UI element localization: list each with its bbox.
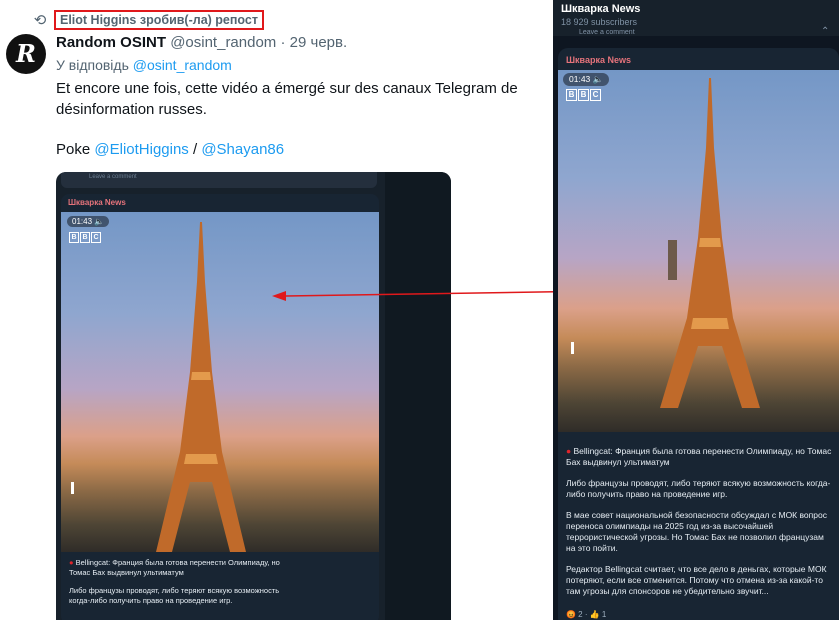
embedded-telegram-post: Шкварка News 01:43 🔈 B B C ● Bellingcat:… <box>61 194 379 620</box>
bbc-letter-2: B <box>578 89 589 101</box>
mention-separator: / <box>192 141 198 158</box>
bbc-logo: B B C <box>566 89 601 101</box>
reposter-label[interactable]: Eliot Higgins зробив(-ла) репост <box>54 10 264 30</box>
telegram-channel: Шкварка News 18 929 subscribers Leave a … <box>553 0 839 620</box>
repost-indicator: ⟲ Eliot Higgins зробив(-ла) репост <box>30 8 264 32</box>
tweet-media[interactable]: Leave a comment •• Шкварка News 01:43 🔈 … <box>56 172 451 620</box>
sound-icon[interactable]: 🔈 <box>94 217 104 226</box>
post-paragraph-3: В мае совет национальной безопасности об… <box>566 510 827 553</box>
tweet-date[interactable]: · 29 черв. <box>280 34 347 51</box>
post-paragraph-1: Bellingcat: Франция была готова перенест… <box>566 446 832 467</box>
author-name[interactable]: Random OSINT <box>56 34 166 51</box>
post-reactions[interactable]: 😡 2 · 👍 1 <box>566 610 606 619</box>
reply-context: У відповідь @osint_random <box>56 57 232 73</box>
video-pause-indicator <box>71 482 74 494</box>
eiffel-tower-image <box>156 222 246 552</box>
sound-icon[interactable]: 🔈 <box>593 74 604 84</box>
reply-prefix: У відповідь <box>56 57 129 73</box>
bbc-letter-1: B <box>69 232 79 243</box>
embed-side-panel <box>385 172 451 620</box>
embedded-line-3: Либо французы проводят, либо теряют всяк… <box>69 586 280 595</box>
embedded-post-text: ● Bellingcat: Франция была готова перене… <box>69 558 373 606</box>
chevron-icon[interactable]: ⌃ <box>821 26 829 37</box>
embedded-line-2: Томас Бах выдвинул ультиматум <box>69 568 184 577</box>
reply-to-link[interactable]: @osint_random <box>133 57 232 73</box>
tweet-text: Et encore une fois, cette vidéo a émergé… <box>56 80 518 118</box>
channel-title: Шкварка News <box>561 3 641 15</box>
channel-post: Шкварка News 01:43 🔈 B B C ● Bellingcat:… <box>558 48 839 620</box>
bbc-letter-1: B <box>566 89 577 101</box>
channel-subscribers: 18 929 subscribers <box>561 17 638 27</box>
author-handle[interactable]: @osint_random <box>170 34 276 51</box>
mention-link-1[interactable]: @EliotHiggins <box>94 141 188 158</box>
building-image <box>668 240 677 280</box>
bbc-letter-2: B <box>80 232 90 243</box>
poke-line: Poke @EliotHiggins / @Shayan86 <box>56 141 284 158</box>
video-pause-indicator <box>571 342 574 354</box>
embed-comment-bar: Leave a comment <box>61 172 377 188</box>
post-video[interactable]: 01:43 🔈 B B C <box>558 70 839 432</box>
tweet-header: Random OSINT @osint_random · 29 черв. <box>56 34 347 51</box>
video-time-badge: 01:43 🔈 <box>67 216 110 227</box>
video-time: 01:43 <box>72 217 93 226</box>
bbc-letter-3: C <box>91 232 101 243</box>
leave-comment-link[interactable]: Leave a comment <box>579 29 635 36</box>
embedded-video[interactable]: 01:43 🔈 B B C <box>61 212 379 552</box>
poke-prefix: Poke <box>56 141 91 158</box>
embed-comment-text: Leave a comment <box>89 174 137 180</box>
post-text: ● Bellingcat: Франция была готова перене… <box>566 446 834 607</box>
bbc-logo: B B C <box>69 232 101 243</box>
video-time: 01:43 <box>569 74 591 84</box>
embedded-line-4: когда-либо получить право на проведение … <box>69 596 233 605</box>
bbc-letter-3: C <box>590 89 601 101</box>
embedded-line-1: Bellingcat: Франция была готова перенест… <box>75 558 280 567</box>
post-paragraph-4: Редактор Bellingcat считает, что все дел… <box>566 564 827 596</box>
video-time-badge: 01:43 🔈 <box>563 73 610 86</box>
avatar[interactable]: R <box>6 34 46 74</box>
mention-link-2[interactable]: @Shayan86 <box>201 141 284 158</box>
post-paragraph-2: Либо французы проводят, либо теряют всяк… <box>566 478 831 499</box>
retweet-icon: ⟲ <box>33 12 47 29</box>
avatar-logo: R <box>16 39 36 68</box>
post-author[interactable]: Шкварка News <box>566 55 631 65</box>
embedded-post-author: Шкварка News <box>68 198 126 207</box>
red-dot-icon: ● <box>566 446 572 456</box>
channel-header[interactable]: Шкварка News 18 929 subscribers Leave a … <box>553 0 839 37</box>
